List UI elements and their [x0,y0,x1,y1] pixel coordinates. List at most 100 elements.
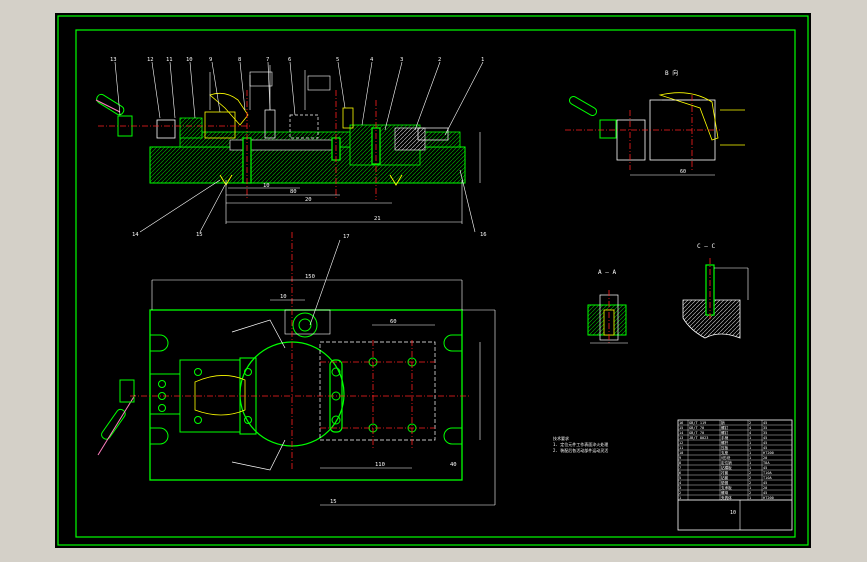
title-block-cell: 1 [749,456,751,460]
part-label-11: 11 [166,57,173,63]
title-block-cell: 垫圈 [721,480,729,485]
part-label-12: 12 [147,57,154,63]
dim-plan-10: 10 [280,294,287,300]
part-label-16: 16 [480,232,487,238]
title-block-cell: 45 [763,421,767,425]
title-block-cell: 1 [749,496,751,500]
title-block-cell: 45 [763,481,767,485]
title-block-cell: 9 [679,456,681,460]
title-block-cell: GB/T 70 [689,431,704,435]
title-block-cell: GB/T 70 [689,426,704,430]
title-block-cell: 2 [749,491,751,495]
title-block-cell: 2 [749,471,751,475]
part-label-8: 8 [238,57,241,63]
title-block-cell: 20 [763,456,767,460]
part-label-9: 9 [209,57,212,63]
title-block-cell: 12 [679,441,683,445]
title-block-cell: 7 [679,466,681,470]
cad-drawing-viewport: 13 12 11 10 9 8 7 6 5 4 3 2 1 14 15 16 1… [55,13,811,548]
title-block-cell: JB/T 8023 [689,436,708,440]
dim-front-10: 10 [263,183,270,189]
part-label-14: 14 [132,232,139,238]
title-block-cell: 4 [749,426,751,430]
title-block-cell: 1 [749,451,751,455]
dim-front-20: 20 [305,197,312,203]
dim-front-80: 80 [290,189,297,195]
title-block-cell: 手柄 [721,435,729,440]
part-label-15: 15 [196,232,203,238]
dim-plan-40: 40 [450,462,457,468]
title-block: 16 GB/T 119 销 2 4515 GB/T 70 螺钉 4 3514 GB/T 70 螺钉 4… [677,419,793,531]
dim-front-21: 21 [374,216,381,222]
title-block-cell: 螺杆 [721,440,729,445]
title-block-cell: T10A [763,476,772,480]
title-block-cell: 2 [749,476,751,480]
tech-note-1: 1. 定位元件工作表面淬火处理 [553,441,608,447]
title-block-cell: 1 [749,466,751,470]
title-block-cell: 1 [679,496,681,500]
title-block-cell: 45 [763,441,767,445]
dim-b-view: 60 [680,169,686,175]
title-block-cell: 4 [679,481,681,485]
title-block-cell: 15 [679,426,683,430]
part-label-5: 5 [336,57,339,63]
title-block-cell: 螺钉 [721,430,729,435]
title-block-cell: 1 [749,441,751,445]
title-block-cell: 45 [763,491,767,495]
title-block-cell: 20 [763,486,767,490]
title-block-cell: GB/T 119 [689,421,706,425]
title-block-cell: 1 [749,486,751,490]
title-block-cell: 5 [679,476,681,480]
title-block-cell: 35 [763,426,767,430]
title-block-cell: HT200 [763,496,774,500]
dim-plan-60: 60 [390,319,397,325]
title-block-cell: 钻模板 [721,465,732,470]
title-block-cell: 35 [763,431,767,435]
dim-plan-15: 15 [330,499,337,505]
title-block-cell: 1 [749,446,751,450]
title-block-cell: 销 [721,420,725,425]
title-block-cell: T10A [763,471,772,475]
part-label-7: 7 [266,57,269,63]
part-label-3: 3 [400,57,403,63]
title-block-cell: 2 [749,481,751,485]
title-block-cell: 螺钉 [721,425,729,430]
title-block-cell: HT200 [763,451,774,455]
title-block-cell: 螺母 [721,490,729,495]
title-block-cell: 45 [763,446,767,450]
title-block-cell: 2 [749,421,751,425]
part-label-1: 1 [481,57,484,63]
tech-note-2: 2. 装配后各活动部件运动灵活 [553,447,608,453]
title-block-cell: 14 [679,431,683,435]
section-a-a-title: A — A [598,269,616,276]
title-block-cell: 6 [679,471,681,475]
title-block-cell: T8A [763,461,770,465]
part-label-17: 17 [343,234,350,240]
title-block-cell: 压板 [721,445,729,450]
title-block-cell: 1 [749,461,751,465]
title-block-cell: 2 [679,491,681,495]
part-label-10: 10 [186,57,193,63]
title-block-cell: 夹具体 [721,495,732,500]
title-block-cell: 8 [679,461,681,465]
title-block-cell: 1 [749,436,751,440]
title-block-cell: 3 [679,486,681,490]
title-block-cell: 10 [679,451,683,455]
title-block-cell: 4 [749,431,751,435]
title-block-cell: 13 [679,436,683,440]
view-b-title: B 向 [665,69,678,77]
title-block-cell: 支座 [721,450,729,455]
title-block-cell: 45 [763,436,767,440]
section-c-c-title: C — C [697,243,715,250]
title-block-cell: 16 [679,421,683,425]
dim-plan-110: 110 [375,462,385,468]
title-block-cell: 支承板 [721,485,732,490]
title-block-cell: V形块 [721,455,731,460]
title-block-cell: 衬套 [721,470,729,475]
title-block-drawing-no: 10 [730,510,736,516]
part-label-13: 13 [110,57,117,63]
title-block-cell: 45 [763,466,767,470]
title-block-cell: 钻套 [721,475,729,480]
part-label-6: 6 [288,57,291,63]
part-label-2: 2 [438,57,441,63]
